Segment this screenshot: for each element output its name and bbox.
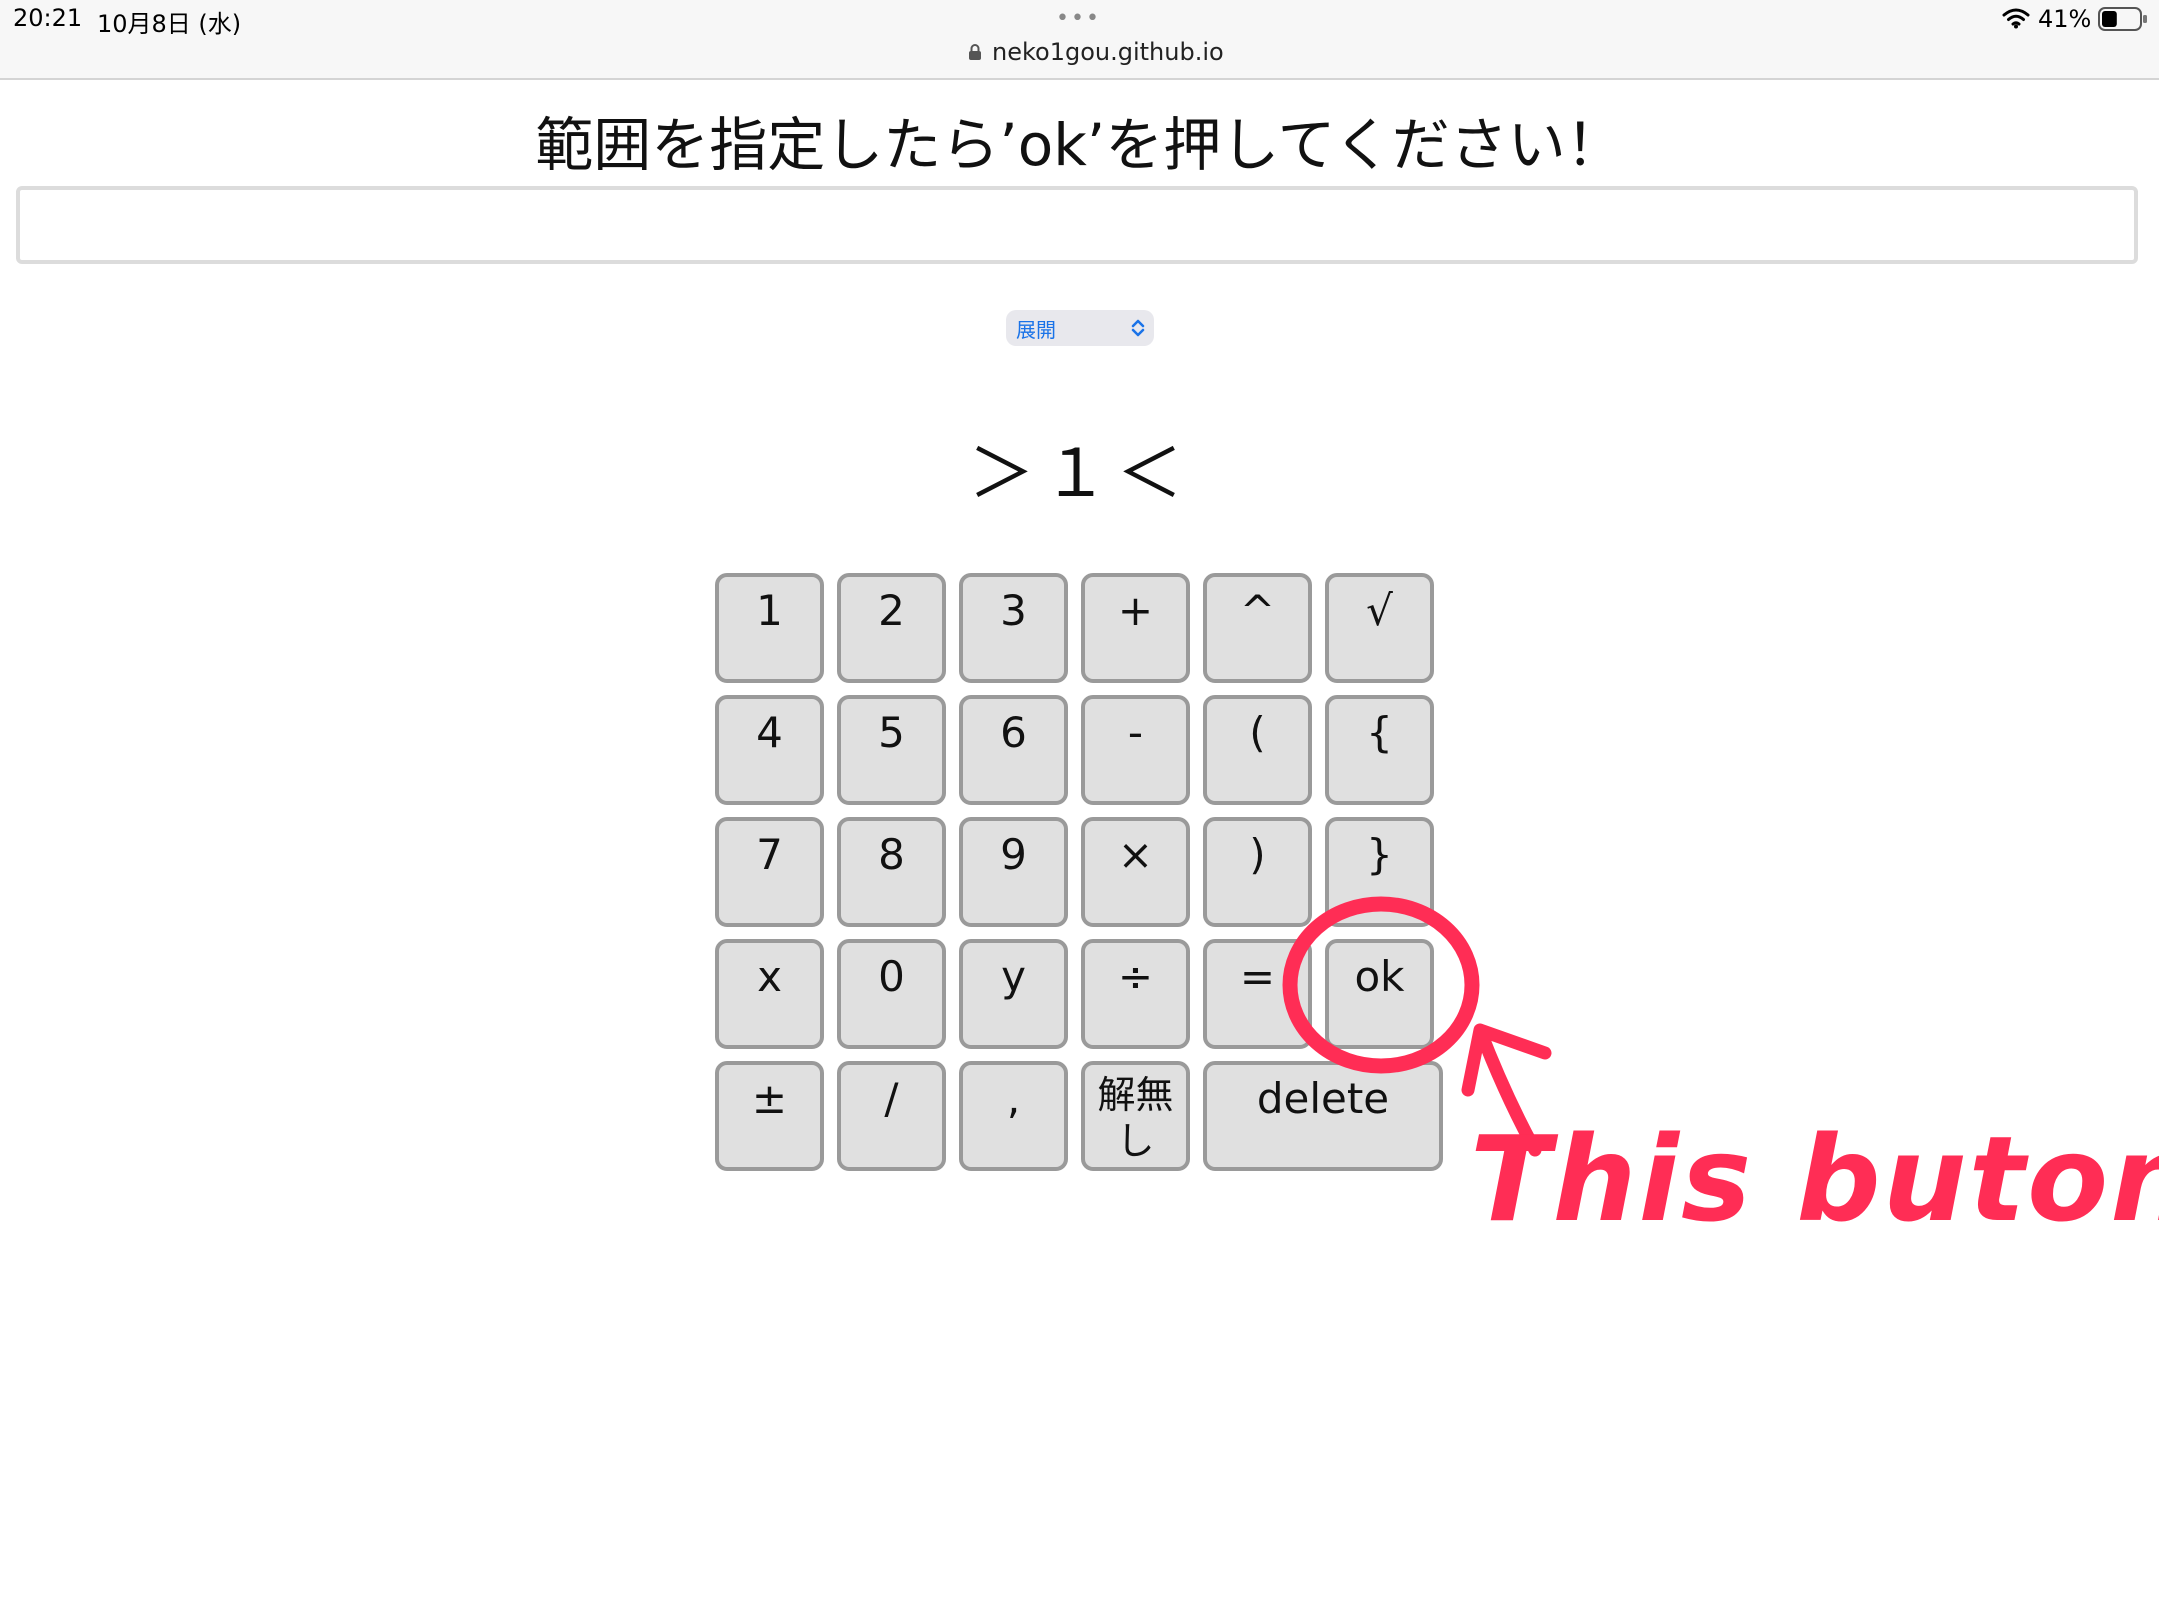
key-slash[interactable]: / <box>837 1061 946 1171</box>
answer-display: ＞１＜ <box>968 435 1191 512</box>
key-3[interactable]: 3 <box>959 573 1068 683</box>
key-close-brace[interactable]: } <box>1325 817 1434 927</box>
key-6[interactable]: 6 <box>959 695 1068 805</box>
key-no-solution[interactable]: 解無し <box>1081 1061 1190 1171</box>
chevron-updown-icon <box>1131 319 1145 337</box>
key-x[interactable]: x <box>715 939 824 1049</box>
status-date: 10月8日 (水) <box>97 10 242 38</box>
page-title: 範囲を指定したら’ok’を押してください！ <box>535 111 1624 179</box>
range-input[interactable] <box>16 186 2138 264</box>
key-y[interactable]: y <box>959 939 1068 1049</box>
key-comma[interactable]: , <box>959 1061 1068 1171</box>
wifi-icon <box>2002 8 2030 29</box>
multitasking-dots-icon[interactable]: ••• <box>1056 6 1101 31</box>
key-open-brace[interactable]: { <box>1325 695 1434 805</box>
key-minus[interactable]: - <box>1081 695 1190 805</box>
ok-button[interactable]: ok <box>1325 939 1434 1049</box>
key-7[interactable]: 7 <box>715 817 824 927</box>
key-1[interactable]: 1 <box>715 573 824 683</box>
key-power[interactable]: ^ <box>1203 573 1312 683</box>
battery-percent: 41% <box>2038 5 2092 33</box>
key-8[interactable]: 8 <box>837 817 946 927</box>
url-text: neko1gou.github.io <box>992 38 1224 66</box>
key-9[interactable]: 9 <box>959 817 1068 927</box>
key-5[interactable]: 5 <box>837 695 946 805</box>
key-close-paren[interactable]: ) <box>1203 817 1312 927</box>
key-equals[interactable]: = <box>1203 939 1312 1049</box>
key-4[interactable]: 4 <box>715 695 824 805</box>
delete-button[interactable]: delete <box>1203 1061 1443 1171</box>
lock-icon <box>969 44 981 60</box>
address-bar[interactable]: neko1gou.github.io <box>968 38 1224 66</box>
key-open-paren[interactable]: ( <box>1203 695 1312 805</box>
key-0[interactable]: 0 <box>837 939 946 1049</box>
key-divide[interactable]: ÷ <box>1081 939 1190 1049</box>
key-2[interactable]: 2 <box>837 573 946 683</box>
battery-icon <box>2098 7 2147 31</box>
annotation-text: This buton <box>1470 1110 2159 1248</box>
mode-select-value: 展開 <box>1016 317 1056 342</box>
key-plus-minus[interactable]: ± <box>715 1061 824 1171</box>
annotation-arrow-icon <box>1461 1023 1552 1157</box>
browser-top-bar: 20:21 10月8日 (水) ••• neko1gou.github.io 4… <box>0 0 2159 80</box>
mode-select[interactable]: 展開 <box>1006 310 1154 346</box>
key-multiply[interactable]: × <box>1081 817 1190 927</box>
status-time: 20:21 <box>13 4 83 32</box>
key-sqrt[interactable]: √ <box>1325 573 1434 683</box>
key-plus[interactable]: + <box>1081 573 1190 683</box>
